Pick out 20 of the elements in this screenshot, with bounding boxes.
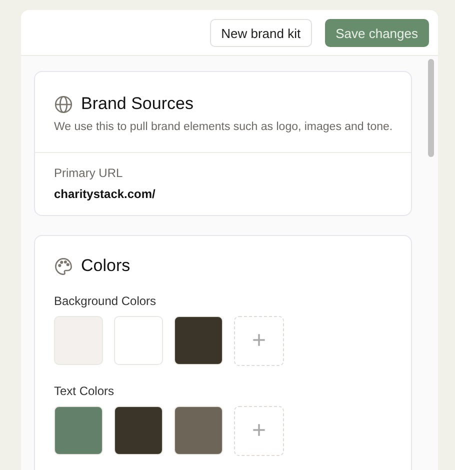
new-kit-button[interactable]: New brand kit bbox=[210, 19, 312, 47]
add-color-button[interactable]: + bbox=[234, 316, 284, 366]
group-label: Text Colors bbox=[54, 384, 116, 398]
palette-icon bbox=[54, 256, 73, 276]
group-label: Background Colors bbox=[54, 294, 158, 308]
color-swatch[interactable] bbox=[54, 406, 103, 455]
card-title: Brand Sources bbox=[81, 94, 194, 114]
color-swatch[interactable] bbox=[114, 406, 163, 455]
globe-icon bbox=[54, 94, 73, 114]
field-label: Primary URL bbox=[54, 166, 124, 180]
color-swatch[interactable] bbox=[54, 316, 103, 365]
card-description: We use this to pull brand elements such as logo, images and tone. bbox=[54, 121, 392, 133]
add-color-button[interactable]: + bbox=[234, 406, 284, 456]
card-title: Colors bbox=[81, 256, 130, 276]
save-button[interactable]: Save changes bbox=[324, 19, 429, 47]
color-swatch[interactable] bbox=[174, 316, 223, 365]
scrollbar-thumb[interactable] bbox=[428, 59, 434, 157]
color-swatch[interactable] bbox=[114, 316, 163, 365]
color-swatch[interactable] bbox=[174, 406, 223, 455]
url-value: charitystack.com/ bbox=[54, 187, 156, 201]
